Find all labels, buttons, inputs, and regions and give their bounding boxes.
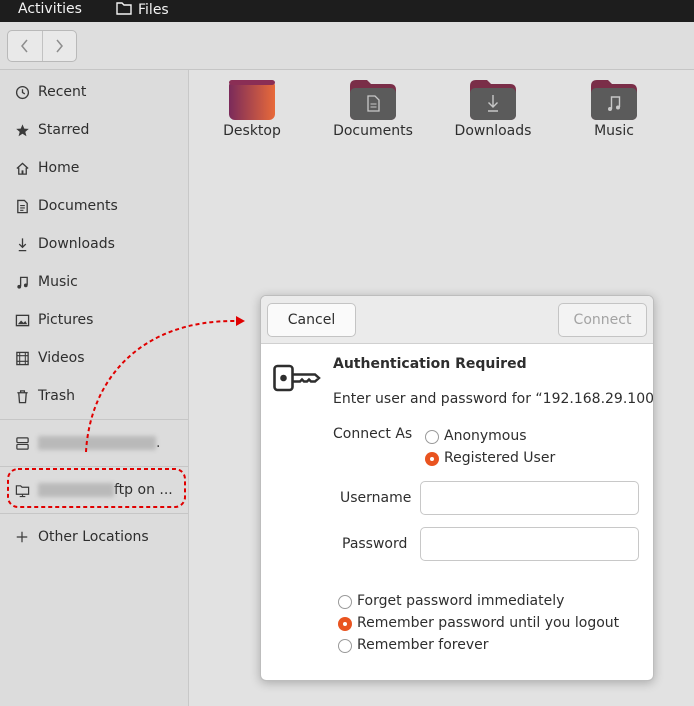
cancel-button[interactable]: Cancel [267, 303, 356, 337]
server-icon [14, 435, 30, 451]
download-icon [14, 236, 30, 252]
folder-icon [116, 1, 132, 19]
sidebar-divider [0, 466, 188, 467]
anonymous-label[interactable]: Anonymous [444, 428, 527, 444]
password-label: Password [342, 536, 408, 552]
sidebar-item-label: Trash [38, 388, 75, 404]
sidebar-item-label: Music [38, 274, 78, 290]
network-folder-icon [14, 482, 30, 498]
sidebar-item-pictures[interactable]: Pictures [0, 301, 188, 339]
back-button[interactable] [8, 31, 43, 61]
downloads-folder-icon [470, 80, 516, 120]
folder-label: Music [594, 123, 634, 139]
folder-documents[interactable]: Documents [318, 80, 428, 139]
password-field[interactable] [420, 527, 639, 561]
documents-folder-icon [350, 80, 396, 120]
connect-button[interactable]: Connect [558, 303, 647, 337]
music-note-icon [14, 274, 30, 290]
remember-forever-label[interactable]: Remember forever [357, 637, 489, 653]
sidebar-item-home[interactable]: Home [0, 149, 188, 187]
sidebar-item-label: Pictures [38, 312, 94, 328]
remember-forever-radio[interactable] [338, 639, 352, 653]
anonymous-radio[interactable] [425, 430, 439, 444]
registered-user-label[interactable]: Registered User [444, 450, 555, 466]
activities-button[interactable]: Activities [18, 1, 82, 17]
sidebar-item-label: ftp on ... [38, 482, 173, 498]
redacted-text [38, 483, 114, 497]
picture-icon [14, 312, 30, 328]
username-label: Username [340, 490, 412, 506]
folder-desktop[interactable]: Desktop [197, 80, 307, 139]
sidebar-item-label: . [38, 435, 160, 451]
connect-as-label: Connect As [333, 426, 413, 442]
folder-label: Documents [333, 123, 413, 139]
trash-icon [14, 388, 30, 404]
video-icon [14, 350, 30, 366]
forward-button[interactable] [43, 31, 77, 61]
sidebar-item-downloads[interactable]: Downloads [0, 225, 188, 263]
dialog-message: Enter user and password for “192.168.29.… [333, 391, 654, 407]
key-icon [273, 362, 321, 398]
sidebar-divider [0, 513, 188, 514]
clock-icon [14, 84, 30, 100]
remember-until-logout-label[interactable]: Remember password until you logout [357, 615, 619, 631]
top-bar: Activities Files [0, 0, 694, 22]
dialog-title: Authentication Required [333, 356, 527, 372]
username-field[interactable] [420, 481, 639, 515]
app-menu[interactable]: Files [116, 1, 169, 19]
desktop-folder-icon [229, 80, 275, 120]
sidebar: Recent Starred Home Documents Downloads … [0, 70, 189, 706]
sidebar-item-recent[interactable]: Recent [0, 73, 188, 111]
sidebar-item-server[interactable]: . [0, 424, 188, 462]
sidebar-item-music[interactable]: Music [0, 263, 188, 301]
folder-label: Desktop [223, 123, 281, 139]
sidebar-item-documents[interactable]: Documents [0, 187, 188, 225]
sidebar-item-label: Videos [38, 350, 85, 366]
registered-user-radio[interactable] [425, 452, 439, 466]
remember-until-logout-radio[interactable] [338, 617, 352, 631]
navigation-buttons [7, 30, 77, 62]
sidebar-item-videos[interactable]: Videos [0, 339, 188, 377]
sidebar-item-label: Downloads [38, 236, 115, 252]
folder-music[interactable]: Music [559, 80, 669, 139]
sidebar-divider [0, 419, 188, 420]
sidebar-item-other-locations[interactable]: Other Locations [0, 518, 188, 556]
folder-label: Downloads [454, 123, 532, 139]
dialog-header: Cancel Connect [261, 296, 653, 344]
forget-password-radio[interactable] [338, 595, 352, 609]
chevron-right-icon [56, 39, 64, 53]
sidebar-item-starred[interactable]: Starred [0, 111, 188, 149]
plus-icon [14, 529, 30, 545]
sidebar-item-label: Other Locations [38, 529, 149, 545]
sidebar-item-trash[interactable]: Trash [0, 377, 188, 415]
authentication-dialog: Cancel Connect Authentication Required E… [260, 295, 654, 681]
sidebar-item-label: Recent [38, 84, 87, 100]
redacted-text [38, 436, 156, 450]
music-folder-icon [591, 80, 637, 120]
header-bar [0, 22, 694, 70]
star-icon [14, 122, 30, 138]
sidebar-item-ftp[interactable]: ftp on ... [0, 471, 188, 509]
forget-password-label[interactable]: Forget password immediately [357, 593, 564, 609]
sidebar-item-label: Home [38, 160, 80, 176]
folder-downloads[interactable]: Downloads [438, 80, 548, 139]
app-name: Files [138, 2, 169, 18]
sidebar-item-label: Documents [38, 198, 118, 214]
sidebar-item-label: Starred [38, 122, 90, 138]
chevron-left-icon [20, 39, 28, 53]
document-icon [14, 198, 30, 214]
home-icon [14, 160, 30, 176]
